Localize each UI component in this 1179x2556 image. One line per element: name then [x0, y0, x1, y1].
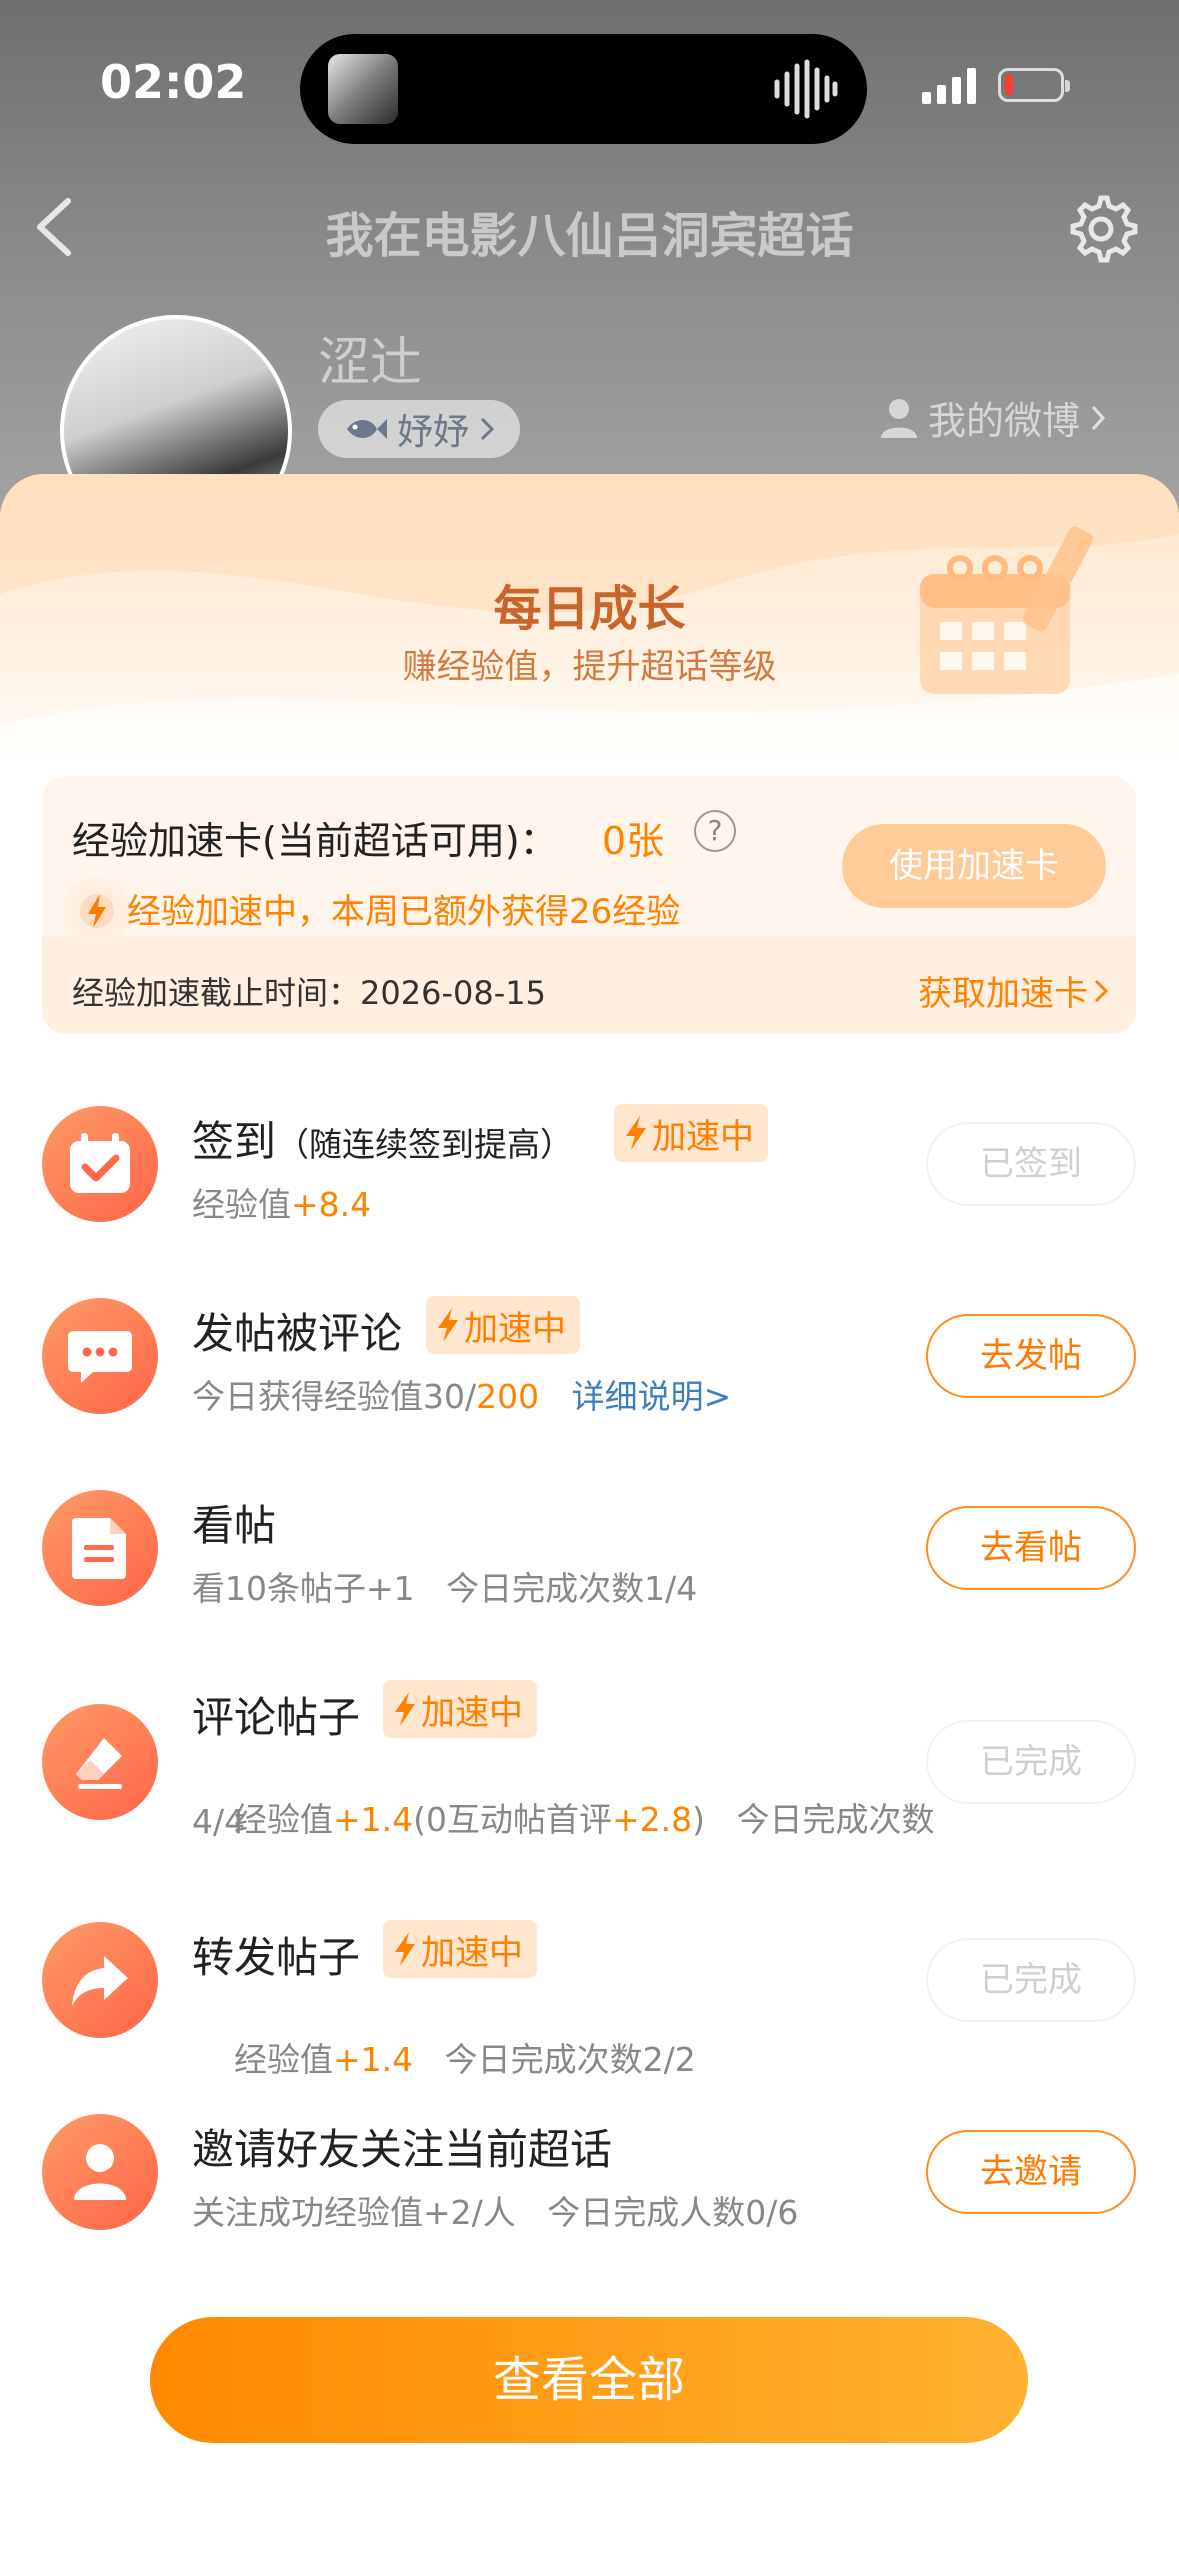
task-title: 评论帖子: [192, 1693, 361, 1742]
boost-tag-label: 加速中: [421, 1692, 523, 1733]
task-desc-value: +1.4: [332, 2040, 414, 2079]
eraser-icon: [42, 1704, 158, 1820]
completed-button[interactable]: 已完成: [926, 1938, 1136, 2022]
my-weibo-label: 我的微博: [928, 399, 1081, 443]
checked-in-button[interactable]: 已签到: [926, 1122, 1136, 1206]
task-desc-value: 200: [476, 1377, 540, 1416]
boost-tag: 加速中: [383, 1920, 537, 1978]
task-desc-text: 经验值: [192, 1185, 291, 1224]
task-desc-text: 今日获得经验值30/: [192, 1377, 477, 1416]
share-arrow-icon: [42, 1922, 158, 2038]
panel-title: 每日成长: [493, 581, 686, 637]
now-playing-thumbnail: [328, 54, 398, 124]
bolt-icon: [438, 1308, 458, 1342]
task-title-note: （随连续签到提高）: [276, 1125, 574, 1164]
task-title: 转发帖子: [192, 1933, 361, 1982]
details-link[interactable]: 详细说明>: [572, 1377, 732, 1416]
task-desc-value: +8.4: [291, 1185, 372, 1224]
document-icon: [42, 1490, 158, 1606]
task-desc-text: 今日完成次数2/2: [413, 2040, 696, 2079]
chevron-right-icon: [1091, 405, 1106, 430]
person-icon: [881, 398, 917, 438]
task-title: 签到（随连续签到提高）: [192, 1108, 573, 1169]
boost-tag: 加速中: [383, 1680, 537, 1738]
task-desc-text: 经验值: [233, 1800, 333, 1839]
task-checkin: 签到（随连续签到提高） 加速中 经验值+8.4 已签到: [0, 1098, 1179, 1228]
get-boost-card-label: 获取加速卡: [918, 974, 1088, 1014]
boost-tag-label: 加速中: [421, 1932, 523, 1973]
boost-tag: 加速中: [426, 1296, 580, 1354]
task-repost: 转发帖子 加速中 经验值+1.4 今日完成次数2/2 已完成: [0, 1914, 1179, 2079]
gear-icon[interactable]: [1064, 192, 1138, 266]
level-badge[interactable]: 妤妤: [318, 400, 520, 458]
task-view-posts: 看帖 看10条帖子+1 今日完成次数1/4 去看帖: [0, 1482, 1179, 1612]
level-label: 妤妤: [396, 412, 469, 453]
boost-card-count: 0张: [602, 819, 665, 863]
go-view-button[interactable]: 去看帖: [926, 1506, 1136, 1590]
help-icon[interactable]: ?: [694, 810, 736, 852]
boost-tag: 加速中: [614, 1104, 768, 1162]
task-desc-value: +1.4: [332, 1800, 414, 1839]
page-title: 我在电影八仙吕洞宾超话: [325, 208, 854, 264]
chevron-right-icon: [480, 417, 495, 441]
audio-wave-icon: [774, 59, 838, 119]
go-post-button[interactable]: 去发帖: [926, 1314, 1136, 1398]
view-all-button[interactable]: 查看全部: [150, 2317, 1028, 2443]
chevron-right-icon: [1094, 979, 1108, 1002]
bolt-icon: [62, 876, 132, 946]
get-boost-card-link[interactable]: 获取加速卡: [918, 966, 1108, 1015]
task-desc-text: ) 今日完成次数: [692, 1800, 935, 1839]
task-comment-posts: 评论帖子 加速中 经验值+1.4(0互动帖首评+2.8) 今日完成次数 4/4 …: [0, 1674, 1179, 1854]
task-title-text: 签到: [192, 1117, 277, 1166]
person-icon: [42, 2114, 158, 2230]
task-description: 经验值+1.4(0互动帖首评+2.8) 今日完成次数: [192, 1754, 935, 1880]
boost-card-label: 经验加速卡(当前超话可用)：: [72, 819, 558, 863]
task-invite-friends: 邀请好友关注当前超话 关注成功经验值+2/人 今日完成人数0/6 去邀请: [0, 2106, 1179, 2236]
completed-button[interactable]: 已完成: [926, 1720, 1136, 1804]
task-title: 邀请好友关注当前超话: [192, 2125, 613, 2174]
daily-growth-banner: 每日成长 赚经验值，提升超话等级: [0, 474, 1179, 754]
dynamic-island: [300, 34, 867, 144]
task-desc-value: +2.8: [611, 1800, 693, 1839]
task-desc-text: (0互动帖首评: [413, 1800, 612, 1839]
user-name: 涩辻: [318, 333, 423, 393]
boost-status-text: 经验加速中，本周已额外获得26经验: [127, 892, 681, 932]
bolt-icon: [395, 1692, 415, 1726]
panel-subtitle: 赚经验值，提升超话等级: [402, 647, 777, 687]
go-invite-button[interactable]: 去邀请: [926, 2130, 1136, 2214]
fish-icon: [346, 419, 387, 439]
boost-tag-label: 加速中: [464, 1308, 566, 1349]
chat-bubble-icon: [42, 1298, 158, 1414]
task-desc-text: 经验值: [233, 2040, 333, 2079]
my-weibo-link[interactable]: 我的微博: [880, 390, 1106, 445]
status-time: 02:02: [100, 55, 247, 109]
task-description: 看10条帖子+1 今日完成次数1/4: [192, 1569, 698, 1608]
boost-deadline: 经验加速截止时间：2026-08-15: [72, 974, 546, 1012]
task-description: 经验值+8.4: [192, 1178, 371, 1226]
calendar-check-icon: [42, 1106, 158, 1222]
battery-icon: [998, 68, 1070, 102]
bolt-icon: [395, 1932, 415, 1966]
task-title: 看帖: [192, 1501, 277, 1550]
bolt-icon: [626, 1116, 646, 1150]
boost-tag-label: 加速中: [652, 1116, 754, 1157]
signal-icon: [922, 68, 976, 104]
task-description-line2: 4/4: [192, 1802, 246, 1841]
boost-card: 经验加速卡(当前超话可用)： 0张 ? 经验加速中，本周已额外获得26经验 使用…: [42, 776, 1136, 1034]
task-title: 发帖被评论: [192, 1309, 403, 1358]
task-description: 经验值+1.4 今日完成次数2/2: [192, 1994, 696, 2120]
use-boost-card-button[interactable]: 使用加速卡: [842, 824, 1106, 908]
task-description: 关注成功经验值+2/人 今日完成人数0/6: [192, 2193, 799, 2232]
task-description: 今日获得经验值30/200 详细说明>: [192, 1370, 731, 1418]
task-post-commented: 发帖被评论 加速中 今日获得经验值30/200 详细说明> 去发帖: [0, 1290, 1179, 1420]
